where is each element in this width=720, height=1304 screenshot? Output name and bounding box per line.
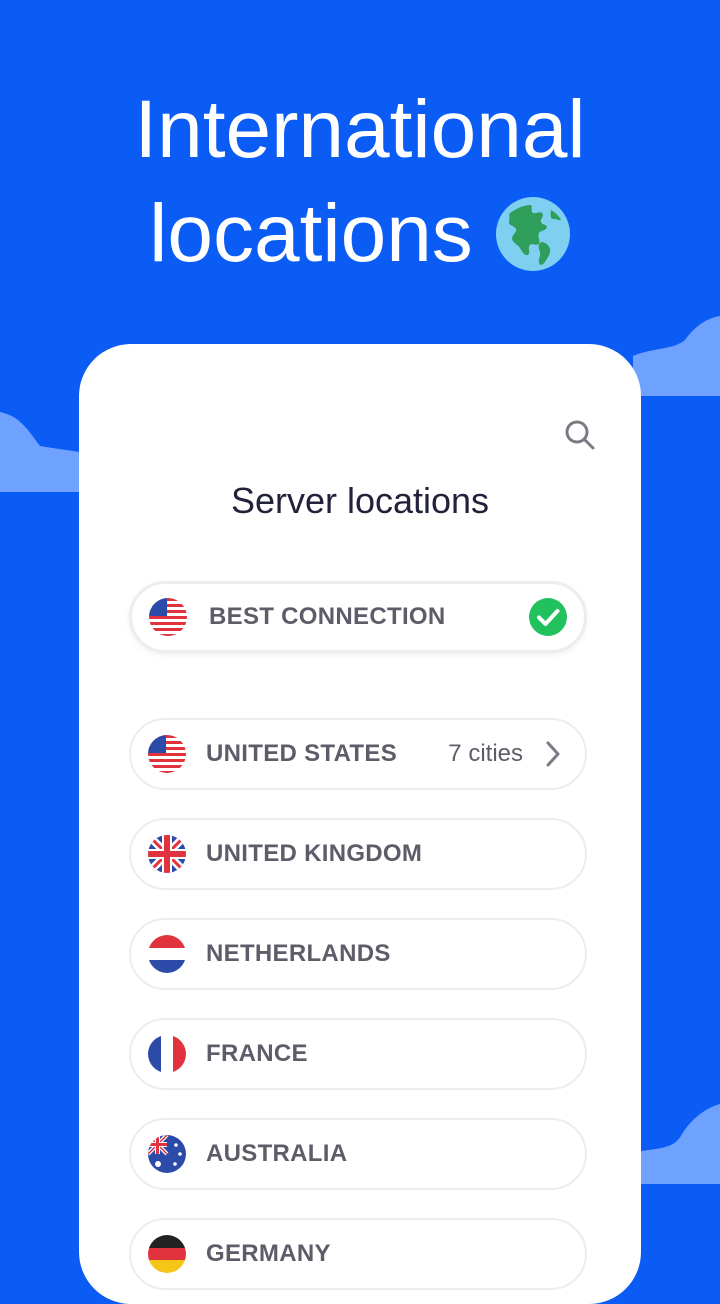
country-row-france[interactable]: FRANCE: [129, 1018, 587, 1090]
chevron-right-icon[interactable]: [543, 740, 563, 768]
country-label: FRANCE: [206, 1040, 308, 1067]
cloud-right-bottom: [636, 1104, 720, 1184]
country-label: UNITED KINGDOM: [206, 840, 423, 867]
country-row-germany[interactable]: GERMANY: [129, 1218, 587, 1290]
city-count: 7 cities: [448, 740, 523, 767]
fr-flag-icon: [148, 1035, 186, 1073]
country-label: UNITED STATES: [206, 740, 398, 767]
best-connection-row[interactable]: BEST CONNECTION: [129, 581, 587, 653]
nl-flag-icon: [148, 935, 186, 973]
search-icon[interactable]: [563, 418, 597, 452]
cloud-left: [0, 412, 80, 492]
headline-line2-wrap: locations: [0, 182, 720, 286]
best-connection-label: BEST CONNECTION: [209, 603, 446, 630]
headline-line2: locations: [149, 188, 473, 279]
phone-screen: Server locations BEST CONNECTION UNITED …: [79, 344, 641, 1304]
country-row-netherlands[interactable]: NETHERLANDS: [129, 918, 587, 990]
us-flag-icon: [149, 598, 187, 636]
globe-icon: [495, 197, 570, 271]
country-label: NETHERLANDS: [206, 940, 391, 967]
headline-line1: International: [134, 84, 586, 175]
page-title: Server locations: [230, 480, 490, 521]
de-flag-icon: [148, 1235, 186, 1273]
cloud-right-top: [633, 316, 720, 396]
country-label: AUSTRALIA: [206, 1140, 348, 1167]
headline: International locations: [0, 78, 720, 286]
country-row-united-kingdom[interactable]: UNITED KINGDOM: [129, 818, 587, 890]
country-label: GERMANY: [206, 1240, 331, 1267]
check-circle-icon: [529, 598, 567, 636]
us-flag-icon: [148, 735, 186, 773]
uk-flag-icon: [148, 835, 186, 873]
country-row-australia[interactable]: AUSTRALIA: [129, 1118, 587, 1190]
country-row-united-states[interactable]: UNITED STATES 7 cities: [129, 718, 587, 790]
au-flag-icon: [148, 1135, 186, 1173]
